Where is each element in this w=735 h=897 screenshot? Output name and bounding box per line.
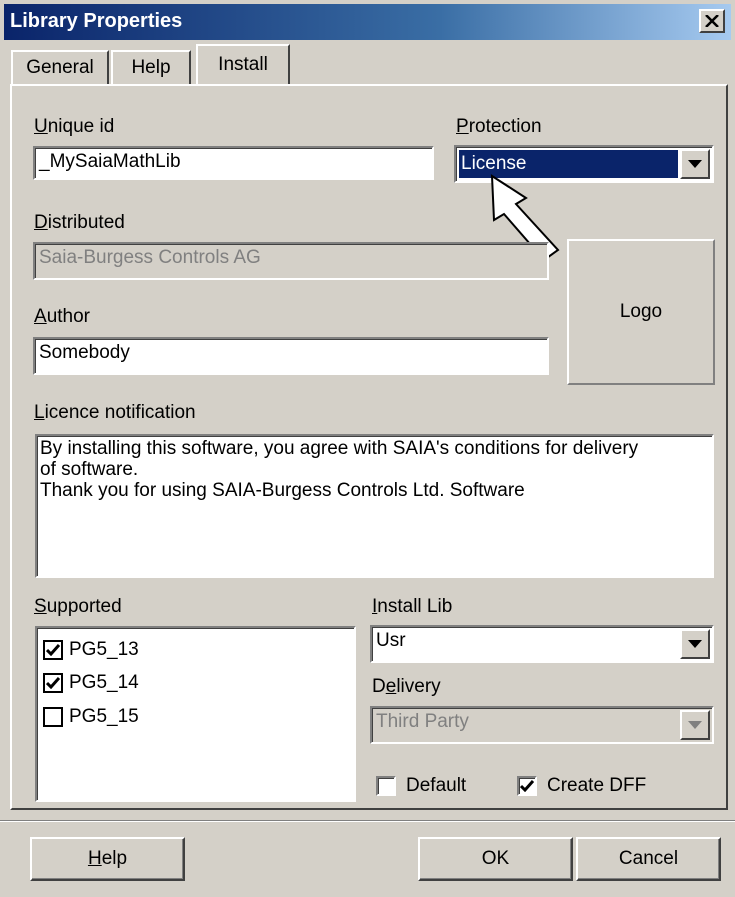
- default-checkbox-label: Default: [406, 775, 467, 796]
- title-bar: Library Properties: [4, 4, 731, 40]
- create-dff-checkbox-label: Create DFF: [547, 775, 647, 796]
- author-input[interactable]: Somebody: [33, 337, 549, 375]
- check-icon: [46, 677, 60, 689]
- check-icon: [520, 780, 534, 792]
- separator: [0, 820, 735, 822]
- licence-line: of software.: [40, 459, 139, 480]
- distributed-label: Distributed: [34, 212, 125, 233]
- supported-item-label: PG5_15: [69, 706, 139, 727]
- delivery-value: Third Party: [376, 711, 469, 732]
- ok-button-label: OK: [481, 848, 510, 869]
- unique-id-label: Unique id: [34, 116, 115, 137]
- install-lib-select[interactable]: Usr: [370, 625, 714, 663]
- tab-install-label: Install: [218, 54, 268, 75]
- tab-general[interactable]: General: [11, 50, 109, 84]
- close-button[interactable]: [699, 9, 725, 33]
- ok-button[interactable]: OK: [418, 837, 573, 881]
- licence-line: Thank you for using SAIA-Burgess Control…: [40, 480, 525, 501]
- cancel-button-label: Cancel: [618, 848, 679, 869]
- supported-listbox[interactable]: PG5_13 PG5_14 PG5_15: [35, 626, 356, 802]
- supported-item-pg5-13[interactable]: PG5_13: [43, 638, 139, 662]
- library-properties-dialog: Library Properties General Help Install …: [0, 0, 735, 897]
- logo-label: Logo: [619, 301, 663, 322]
- close-icon: [705, 15, 719, 27]
- licence-line: By installing this software, you agree w…: [40, 438, 639, 459]
- window-title: Library Properties: [10, 10, 183, 32]
- protection-label: Protection: [456, 116, 542, 137]
- tab-help[interactable]: Help: [111, 50, 191, 84]
- chevron-down-icon: [688, 160, 702, 168]
- install-lib-dropdown-button[interactable]: [680, 629, 710, 659]
- help-button[interactable]: Help: [30, 837, 185, 881]
- licence-notification-label: Licence notification: [34, 402, 196, 423]
- tab-general-label: General: [26, 57, 94, 78]
- create-dff-checkbox[interactable]: Create DFF: [517, 775, 646, 797]
- supported-item-pg5-15[interactable]: PG5_15: [43, 705, 139, 729]
- checkbox[interactable]: [43, 673, 63, 693]
- licence-notification-textarea[interactable]: By installing this software, you agree w…: [35, 434, 714, 578]
- distributed-input: Saia-Burgess Controls AG: [33, 242, 549, 280]
- protection-dropdown-button[interactable]: [680, 149, 710, 179]
- install-lib-value: Usr: [376, 630, 406, 651]
- delivery-label: Delivery: [372, 676, 441, 697]
- supported-label: Supported: [34, 596, 122, 617]
- supported-item-pg5-14[interactable]: PG5_14: [43, 671, 139, 695]
- checkbox[interactable]: [43, 707, 63, 727]
- default-checkbox-box[interactable]: [376, 776, 396, 796]
- help-button-label: Help: [87, 848, 128, 869]
- create-dff-checkbox-box[interactable]: [517, 776, 537, 796]
- cancel-button[interactable]: Cancel: [576, 837, 721, 881]
- author-label: Author: [34, 306, 90, 327]
- tab-help-label: Help: [131, 57, 171, 78]
- checkbox[interactable]: [43, 640, 63, 660]
- default-checkbox[interactable]: Default: [376, 775, 466, 797]
- delivery-dropdown-button: [680, 710, 710, 740]
- logo-button[interactable]: Logo: [567, 239, 715, 385]
- supported-item-label: PG5_13: [69, 639, 139, 660]
- unique-id-input[interactable]: _MySaiaMathLib: [33, 146, 434, 180]
- chevron-down-icon: [688, 721, 702, 729]
- check-icon: [46, 644, 60, 656]
- install-lib-label: Install Lib: [372, 596, 453, 617]
- tab-install[interactable]: Install: [196, 44, 290, 84]
- delivery-select: Third Party: [370, 706, 714, 744]
- chevron-down-icon: [688, 640, 702, 648]
- supported-item-label: PG5_14: [69, 672, 139, 693]
